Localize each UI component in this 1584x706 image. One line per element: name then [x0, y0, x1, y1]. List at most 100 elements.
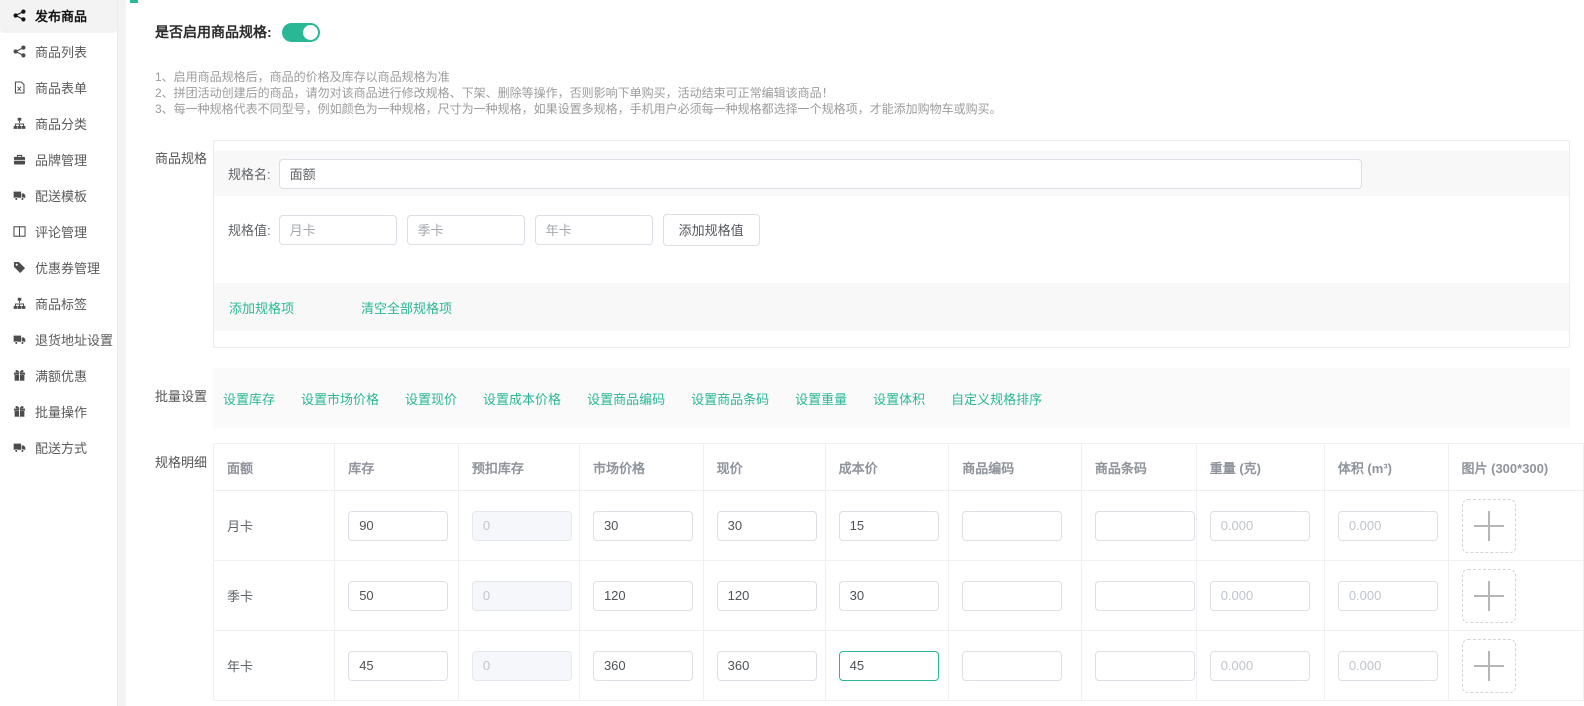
batch-links-strip: 设置库存 设置市场价格 设置现价 设置成本价格 设置商品编码 设置商品条码 设置… [213, 368, 1570, 428]
batch-link-custom-spec-sort[interactable]: 自定义规格排序 [951, 389, 1042, 408]
upload-image-button[interactable] [1462, 499, 1516, 553]
weight-input[interactable] [1210, 511, 1310, 541]
spec-detail-table: 面额 库存 预扣库存 市场价格 现价 成本价 商品编码 商品条码 重量 (克) … [213, 443, 1584, 701]
header-volume: 体积 (m³) [1324, 444, 1448, 491]
sidebar-item-return-address-settings[interactable]: 退货地址设置 [0, 321, 117, 357]
market-price-input[interactable] [593, 511, 693, 541]
sidebar-item-delivery-template[interactable]: 配送模板 [0, 177, 117, 213]
header-product-code: 商品编码 [949, 444, 1082, 491]
spec-value-input-2[interactable] [407, 215, 525, 245]
reserved-stock-input [472, 511, 572, 541]
sidebar-item-label: 优惠券管理 [35, 258, 100, 277]
weight-input[interactable] [1210, 651, 1310, 681]
spec-toggle-label: 是否启用商品规格: [155, 22, 272, 42]
batch-link-set-current-price[interactable]: 设置现价 [405, 389, 457, 408]
add-spec-item-link[interactable]: 添加规格项 [229, 298, 294, 317]
clear-all-spec-items-link[interactable]: 清空全部规格项 [361, 298, 452, 317]
sitemap-icon [13, 117, 26, 130]
volume-input[interactable] [1338, 581, 1438, 611]
current-price-input[interactable] [717, 581, 817, 611]
sidebar-item-product-list[interactable]: 商品列表 [0, 33, 117, 69]
spec-toggle-row: 是否启用商品规格: [155, 22, 320, 42]
sidebar-item-review-management[interactable]: 评论管理 [0, 213, 117, 249]
barcode-input[interactable] [1095, 651, 1195, 681]
sidebar-item-product-form[interactable]: 商品表单 [0, 69, 117, 105]
cost-price-input-focused[interactable] [839, 651, 939, 681]
spec-note-3: 3、每一种规格代表不同型号，例如颜色为一种规格，尺寸为一种规格，如果设置多规格，… [155, 101, 1002, 117]
spec-section-label: 商品规格 [155, 148, 207, 167]
sidebar-item-batch-operations[interactable]: 批量操作 [0, 393, 117, 429]
upload-image-button[interactable] [1462, 569, 1516, 623]
add-spec-value-button[interactable]: 添加规格值 [663, 214, 760, 246]
stock-input[interactable] [348, 581, 448, 611]
cost-price-input[interactable] [839, 581, 939, 611]
stock-input[interactable] [348, 511, 448, 541]
sidebar-item-product-category[interactable]: 商品分类 [0, 105, 117, 141]
sidebar-item-publish-product[interactable]: 发布商品 [0, 0, 117, 33]
header-market-price: 市场价格 [579, 444, 703, 491]
barcode-input[interactable] [1095, 511, 1195, 541]
market-price-input[interactable] [593, 651, 693, 681]
spec-name-row: 规格名: [214, 151, 1569, 196]
product-code-input[interactable] [962, 581, 1062, 611]
stock-input[interactable] [348, 651, 448, 681]
batch-section-label: 批量设置 [155, 386, 207, 405]
spec-value-row: 规格值: 添加规格值 [214, 207, 1569, 252]
sidebar-item-coupon-management[interactable]: 优惠券管理 [0, 249, 117, 285]
batch-link-set-cost-price[interactable]: 设置成本价格 [483, 389, 561, 408]
current-price-input[interactable] [717, 511, 817, 541]
share-nodes-icon [13, 9, 26, 22]
briefcase-icon [13, 153, 26, 166]
active-tab-indicator [130, 0, 138, 3]
spec-value-input-3[interactable] [535, 215, 653, 245]
spec-notes: 1、启用商品规格后，商品的价格及库存以商品规格为准 2、拼团活动创建后的商品，请… [155, 69, 1002, 117]
sidebar-item-label: 评论管理 [35, 222, 87, 241]
sidebar-menu: 发布商品 商品列表 商品表单 商品分类 品牌管理 配送模板 [0, 0, 117, 465]
sidebar-item-delivery-method[interactable]: 配送方式 [0, 429, 117, 465]
volume-input[interactable] [1338, 511, 1438, 541]
sidebar-item-label: 配送方式 [35, 438, 87, 457]
sidebar-item-label: 批量操作 [35, 402, 87, 421]
sidebar-item-label: 商品列表 [35, 42, 87, 61]
table-header-row: 面额 库存 预扣库存 市场价格 现价 成本价 商品编码 商品条码 重量 (克) … [214, 444, 1584, 491]
sitemap-icon [13, 297, 26, 310]
spec-detail-table-wrap: 面额 库存 预扣库存 市场价格 现价 成本价 商品编码 商品条码 重量 (克) … [213, 443, 1584, 706]
truck-icon [13, 441, 26, 454]
market-price-input[interactable] [593, 581, 693, 611]
cost-price-input[interactable] [839, 511, 939, 541]
spec-name-input[interactable] [279, 159, 1362, 189]
truck-icon [13, 189, 26, 202]
header-image: 图片 (300*300) [1448, 444, 1583, 491]
sidebar-item-label: 发布商品 [35, 6, 87, 25]
batch-link-set-volume[interactable]: 设置体积 [873, 389, 925, 408]
header-cost-price: 成本价 [825, 444, 949, 491]
product-code-input[interactable] [962, 651, 1062, 681]
spec-row: 月卡 [214, 491, 1584, 561]
sidebar-item-product-tags[interactable]: 商品标签 [0, 285, 117, 321]
sidebar-item-full-amount-discount[interactable]: 满额优惠 [0, 357, 117, 393]
sidebar-item-label: 退货地址设置 [35, 330, 113, 349]
spec-row: 季卡 [214, 561, 1584, 631]
batch-link-set-barcode[interactable]: 设置商品条码 [691, 389, 769, 408]
spec-value-input-1[interactable] [279, 215, 397, 245]
batch-link-set-weight[interactable]: 设置重量 [795, 389, 847, 408]
current-price-input[interactable] [717, 651, 817, 681]
tags-icon [13, 261, 26, 274]
batch-link-set-stock[interactable]: 设置库存 [223, 389, 275, 408]
toggle-knob [303, 25, 318, 40]
header-stock: 库存 [335, 444, 459, 491]
spec-enable-toggle[interactable] [282, 23, 320, 42]
barcode-input[interactable] [1095, 581, 1195, 611]
upload-image-button[interactable] [1462, 639, 1516, 693]
batch-link-set-market-price[interactable]: 设置市场价格 [301, 389, 379, 408]
sidebar-item-label: 品牌管理 [35, 150, 87, 169]
batch-link-set-product-code[interactable]: 设置商品编码 [587, 389, 665, 408]
sidebar-item-brand-management[interactable]: 品牌管理 [0, 141, 117, 177]
product-spec-page: 发布商品 商品列表 商品表单 商品分类 品牌管理 配送模板 [0, 0, 1584, 706]
spec-card: 规格名: 规格值: 添加规格值 添加规格项 清空全部规格项 [213, 140, 1570, 348]
header-barcode: 商品条码 [1081, 444, 1196, 491]
weight-input[interactable] [1210, 581, 1310, 611]
row-name: 月卡 [214, 491, 335, 561]
volume-input[interactable] [1338, 651, 1438, 681]
product-code-input[interactable] [962, 511, 1062, 541]
